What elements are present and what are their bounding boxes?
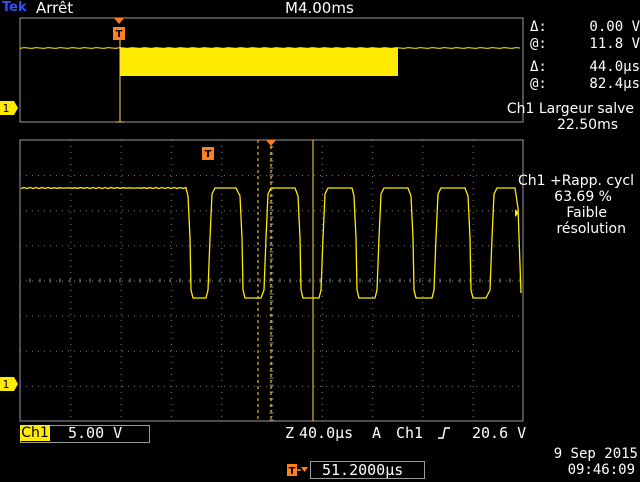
measurement-duty-cycle-value: 63.69 % <box>554 189 612 205</box>
cursor-at-t: @: 82.4µs <box>530 76 640 92</box>
svg-text:1: 1 <box>3 102 10 115</box>
svg-text:1: 1 <box>3 378 10 391</box>
measurement-duty-cycle-label: Ch1 +Rapp. cycl <box>518 173 634 189</box>
measurement-note-low: Faible <box>566 205 607 221</box>
zoom-grid <box>19 139 521 421</box>
svg-text:T: T <box>289 466 296 477</box>
channel-1-ground-marker-overview: 1 <box>0 101 18 115</box>
trigger-position-value: 51.2000µs <box>322 461 404 479</box>
zoom-scale: 40.0µs <box>299 424 354 442</box>
svg-text:T: T <box>205 149 212 160</box>
zoom-trigger-marker: T <box>202 147 214 160</box>
channel-1-ground-marker-zoom: 1 <box>0 377 18 391</box>
channel-1-scale: 5.00 V <box>68 424 123 442</box>
measurement-note-resolution: résolution <box>556 221 626 237</box>
trigger-position-icon: T <box>286 462 308 478</box>
cursor-at-v: @: 11.8 V <box>530 36 640 52</box>
cursor-delta-t: Δ: 44.0µs <box>530 59 640 75</box>
channel-1-label[interactable]: Ch1 <box>20 425 50 441</box>
trigger-source: Ch1 <box>396 424 424 442</box>
measurement-burst-width-label: Ch1 Largeur salve <box>506 101 634 117</box>
overview-burst <box>120 48 398 76</box>
zoom-label: Z <box>285 424 295 442</box>
rising-edge-icon <box>438 427 450 439</box>
trigger-level: 20.6 V <box>472 424 527 442</box>
measurement-burst-width-value: 22.50ms <box>556 117 618 133</box>
cursor-delta-v: Δ: 0.00 V <box>530 19 640 35</box>
overview-trigger-marker: T <box>113 18 125 40</box>
acquisition-label: A <box>372 424 382 442</box>
zoom-trigger-arrow <box>266 140 276 146</box>
svg-text:T: T <box>116 29 123 40</box>
time: 09:46:09 <box>567 462 635 478</box>
date: 9 Sep 2015 <box>553 446 638 462</box>
